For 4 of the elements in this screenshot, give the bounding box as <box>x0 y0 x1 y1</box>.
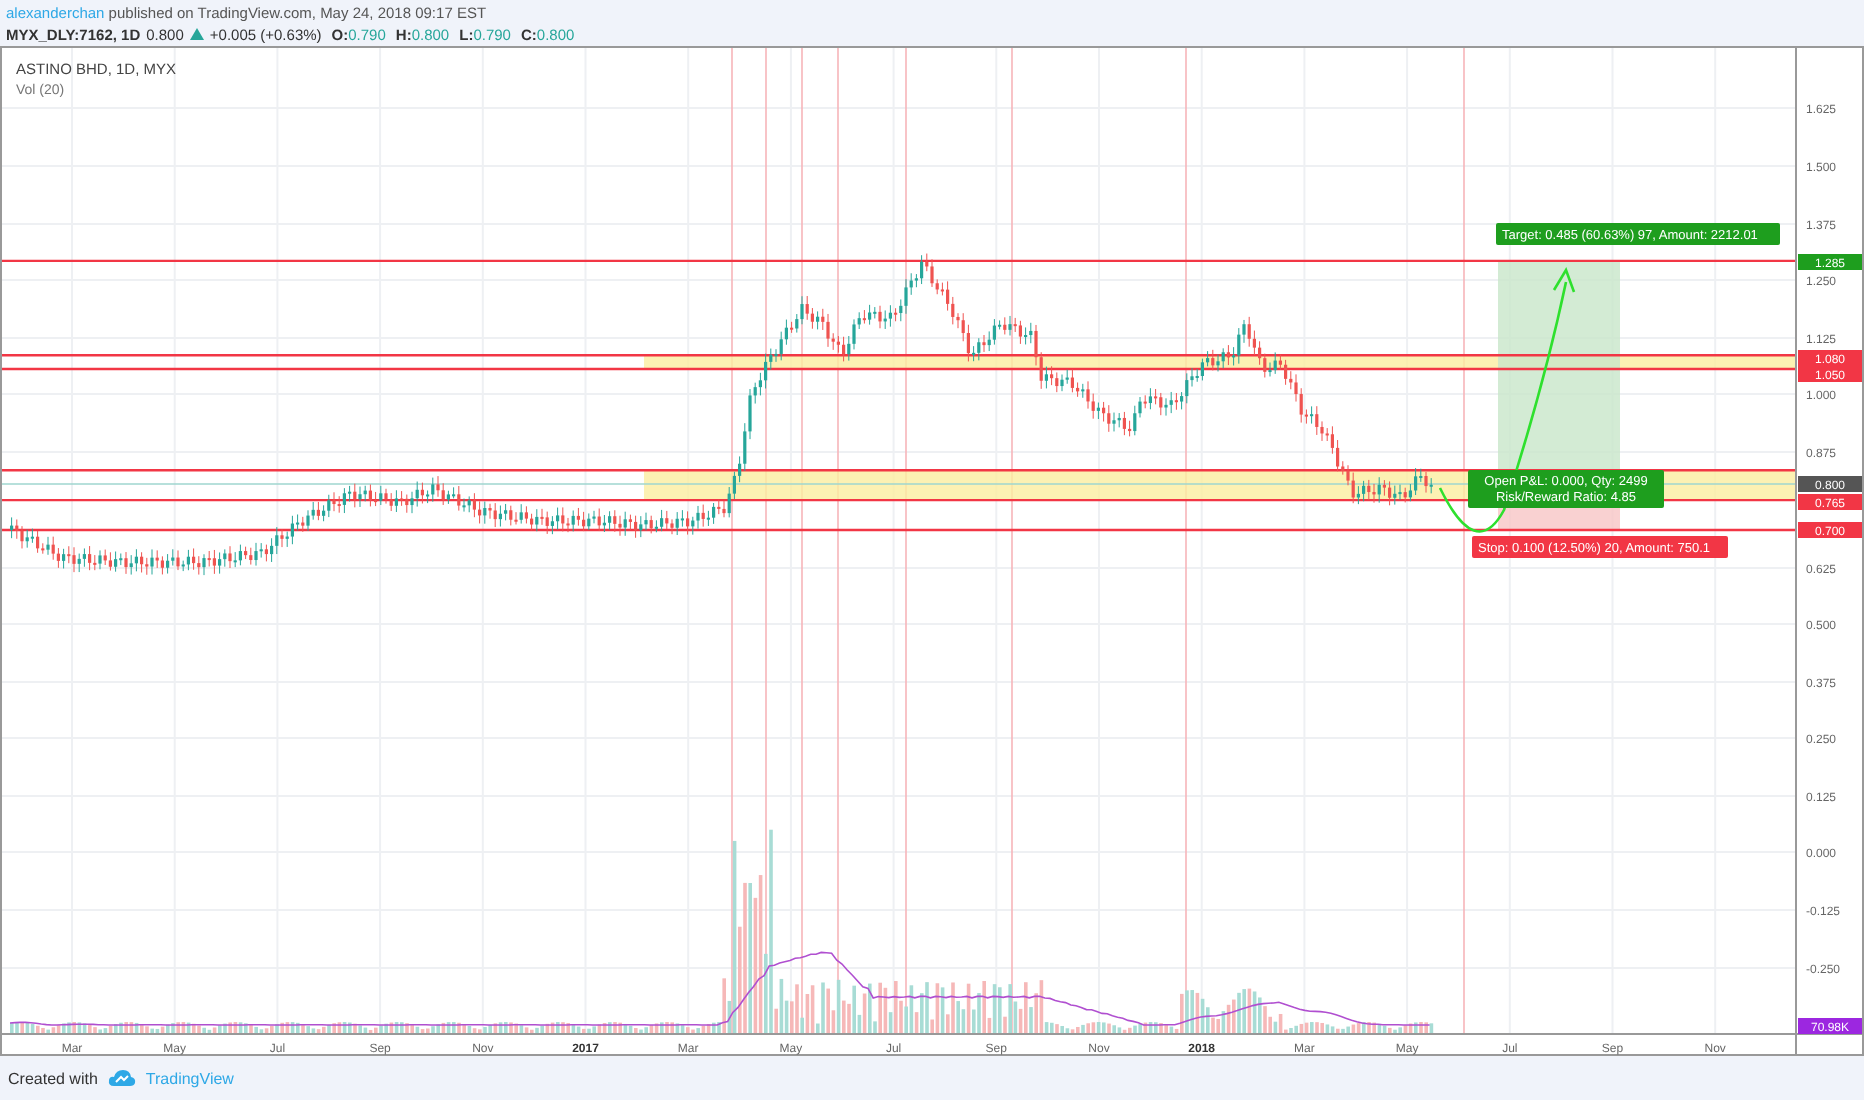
brand-link[interactable]: TradingView <box>145 1069 234 1087</box>
cloud-icon <box>107 1068 136 1088</box>
created-with-text: Created with <box>8 1069 98 1087</box>
up-triangle-icon <box>189 28 204 40</box>
